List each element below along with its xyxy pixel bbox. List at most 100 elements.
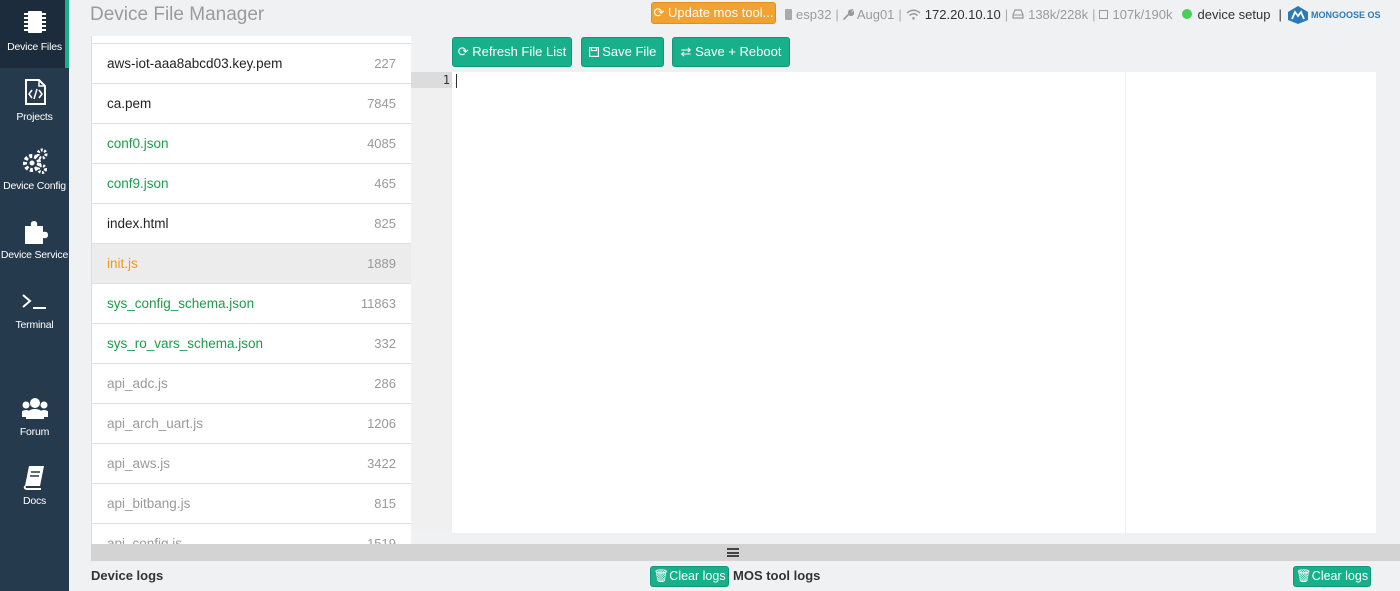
- separator: |: [898, 6, 902, 22]
- trash-icon: 🗑: [653, 569, 670, 583]
- chip-small-icon: [785, 8, 792, 20]
- save-file-button[interactable]: Save File: [581, 37, 664, 67]
- file-row[interactable]: conf0.json 4085: [92, 124, 411, 164]
- file-size: 7845: [367, 96, 396, 111]
- nav-device-files[interactable]: Device Files: [0, 0, 69, 68]
- header: Device File Manager ⟳ Update mos tool...…: [69, 0, 1400, 32]
- nav-device-config[interactable]: Device Config: [0, 139, 69, 207]
- wrench-icon: [843, 8, 854, 20]
- refresh-icon: ⟳: [457, 44, 469, 59]
- device-logs-title: Device logs: [91, 568, 164, 583]
- file-size: 825: [374, 216, 396, 231]
- platform-value: esp32: [796, 6, 832, 22]
- file-row[interactable]: api_adc.js 286: [92, 364, 411, 404]
- file-name: api_config.js: [107, 536, 183, 544]
- ram-icon: [1099, 9, 1109, 19]
- nav-label: Device Files: [7, 41, 62, 53]
- separator: |: [835, 6, 839, 22]
- nav-forum[interactable]: Forum: [0, 385, 69, 453]
- code-file-icon: [25, 79, 46, 105]
- fs-value: 138k/228k: [1028, 6, 1089, 22]
- file-name: aws-iot-aaa8abcd03.key.pem: [107, 56, 283, 71]
- nav-label: Device Service: [0, 249, 69, 261]
- puzzle-icon: [25, 221, 48, 244]
- file-size: 815: [374, 496, 396, 511]
- update-mos-button[interactable]: ⟳ Update mos tool...: [651, 2, 776, 24]
- text-cursor: [456, 74, 457, 88]
- nav-label: Terminal: [15, 319, 54, 331]
- save-reboot-label: Save + Reboot: [695, 44, 782, 59]
- separator: |: [1004, 6, 1009, 22]
- retweet-icon: ⇄: [680, 44, 692, 59]
- file-name: sys_config_schema.json: [107, 296, 255, 311]
- file-row[interactable]: conf9.json 465: [92, 164, 411, 204]
- file-row[interactable]: aws-iot-aaa8abcd03.key.pem 227: [92, 44, 411, 84]
- terminal-icon: [22, 294, 46, 309]
- ram-value: 107k/190k: [1112, 6, 1173, 22]
- trash-icon: 🗑: [1295, 569, 1312, 583]
- resize-splitter[interactable]: [91, 544, 1400, 561]
- code-editor[interactable]: 1: [411, 72, 1376, 533]
- version-value: Aug01: [856, 6, 895, 22]
- nav-device-service[interactable]: Device Service: [0, 208, 69, 276]
- file-row[interactable]: api_config.js 1519: [92, 524, 411, 544]
- nav-terminal[interactable]: Terminal: [0, 278, 69, 346]
- file-list[interactable]: aws-iot-aaa8abcd03.key.pem 227 ca.pem 7845 c…: [91, 36, 411, 544]
- mongoose-logo-icon: [1288, 6, 1308, 24]
- file-name: api_bitbang.js: [107, 496, 191, 511]
- file-name: sys_ro_vars_schema.json: [107, 336, 264, 351]
- file-row[interactable]: init.js 1889: [92, 244, 411, 284]
- file-name: conf9.json: [107, 176, 169, 191]
- sidebar: Device Files Projects Device Config Devi…: [0, 0, 69, 591]
- page-title: Device File Manager: [90, 4, 265, 25]
- file-name: api_arch_uart.js: [107, 416, 204, 431]
- nav-docs[interactable]: Docs: [0, 454, 69, 522]
- separator: |: [1092, 6, 1096, 22]
- file-row[interactable]: ca.pem 7845: [92, 84, 411, 124]
- users-icon: [22, 398, 48, 419]
- refresh-file-list-button[interactable]: ⟳ Refresh File List: [452, 37, 572, 67]
- wifi-icon: [906, 9, 921, 20]
- file-name: ca.pem: [107, 96, 152, 111]
- nav-projects[interactable]: Projects: [0, 70, 69, 138]
- device-status: device setup: [1197, 6, 1271, 22]
- file-size: 1519: [367, 536, 396, 544]
- file-size: 227: [374, 56, 396, 71]
- file-row[interactable]: api_arch_uart.js 1206: [92, 404, 411, 444]
- logo-text: MONGOOSE OS: [1311, 10, 1381, 20]
- chip-icon: [24, 11, 46, 33]
- nav-label: Device Config: [3, 180, 66, 192]
- file-size: 332: [374, 336, 396, 351]
- app: Device Files Projects Device Config Devi…: [0, 0, 1400, 591]
- file-list-top: [92, 36, 411, 44]
- update-mos-label: Update mos tool...: [668, 5, 774, 20]
- clear-device-logs-button[interactable]: 🗑Clear logs: [650, 566, 729, 587]
- file-name: api_adc.js: [107, 376, 168, 391]
- file-row[interactable]: api_aws.js 3422: [92, 444, 411, 484]
- clear-mos-logs-button[interactable]: 🗑Clear logs: [1293, 566, 1371, 587]
- save-reboot-button[interactable]: ⇄ Save + Reboot: [672, 37, 790, 67]
- disk-icon: [1012, 9, 1024, 19]
- file-name: init.js: [107, 256, 138, 271]
- file-rows: aws-iot-aaa8abcd03.key.pem 227 ca.pem 7845 c…: [92, 44, 411, 544]
- clear-label: Clear logs: [669, 569, 726, 583]
- nav-label: Projects: [16, 111, 53, 123]
- file-size: 11863: [360, 296, 396, 311]
- file-row[interactable]: index.html 825: [92, 204, 411, 244]
- file-row[interactable]: api_bitbang.js 815: [92, 484, 411, 524]
- file-size: 465: [374, 176, 396, 191]
- grip-icon: [727, 548, 739, 557]
- file-size: 1206: [367, 416, 396, 431]
- line-number: 1: [442, 73, 450, 87]
- print-margin: [1125, 72, 1126, 533]
- separator: |: [1278, 6, 1282, 22]
- save-label: Save File: [602, 44, 657, 59]
- clear-label: Clear logs: [1311, 569, 1369, 583]
- file-row[interactable]: sys_config_schema.json 11863: [92, 284, 411, 324]
- ip-value: 172.20.10.10: [924, 6, 1001, 22]
- gears-icon: [23, 148, 48, 174]
- refresh-label: Refresh File List: [472, 44, 567, 59]
- floppy-icon: [588, 47, 599, 58]
- mongoose-logo: MONGOOSE OS: [1287, 4, 1381, 26]
- file-row[interactable]: sys_ro_vars_schema.json 332: [92, 324, 411, 364]
